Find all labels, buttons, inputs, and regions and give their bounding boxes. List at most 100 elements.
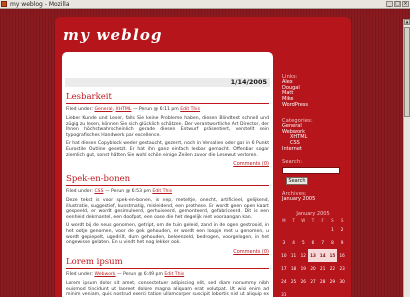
maximize-button[interactable]: □ — [394, 1, 401, 7]
blog-title[interactable]: my weblog — [63, 26, 163, 44]
comments: Comments (0) — [66, 161, 269, 167]
calendar-day[interactable]: 24 — [279, 275, 289, 288]
scroll-up-icon[interactable]: ▲ — [404, 19, 410, 25]
category-link[interactable]: General — [94, 107, 112, 112]
calendar-day[interactable]: 30 — [337, 275, 347, 288]
calendar-empty-cell — [308, 223, 318, 236]
calendar-day[interactable]: 16 — [337, 249, 347, 262]
calendar-day[interactable]: 14 — [317, 249, 328, 262]
post-meta: Filed under: General, XHTML — Perun @ 6:… — [66, 106, 269, 113]
calendar-day[interactable]: 10 — [279, 249, 289, 262]
close-button[interactable]: × — [402, 1, 409, 7]
calendar-day[interactable]: 28 — [318, 275, 328, 288]
calendar-day[interactable]: 1 — [328, 223, 338, 236]
calendar-grid: 1 2 3 4 5 6 7 8 9 10 11 12 13 14 15 16 17 18 19 20 21 22 23 24 2… — [279, 223, 347, 297]
search-heading: Search: — [282, 159, 303, 165]
calendar-empty-cell — [328, 288, 338, 297]
post-body: Lieber Kunde und Leser, falls Sie keine … — [66, 116, 269, 158]
calendar-day[interactable]: 11 — [289, 249, 299, 262]
filed-label: Filed under: — [66, 272, 95, 277]
archive-link-january-2005[interactable]: January 2005 — [282, 196, 315, 203]
filed-label: Filed under: — [66, 107, 95, 112]
calendar-day[interactable]: 25 — [289, 275, 299, 288]
calendar-day[interactable]: 15 — [327, 249, 338, 262]
window-title: my weblog - Mozilla — [10, 1, 70, 8]
sidebar: Links: Alex Dougal Matt Mike WordPress C… — [278, 74, 348, 297]
calendar-day[interactable]: 6 — [308, 236, 318, 249]
mozilla-icon — [1, 1, 7, 7]
calendar-day[interactable]: 22 — [328, 262, 338, 275]
calendar-empty-cell — [289, 288, 299, 297]
calendar-empty-cell — [318, 223, 328, 236]
calendar-day[interactable]: 17 — [279, 262, 289, 275]
post-byline: — Perun @ 6:49 pm — [115, 272, 165, 277]
main-content: 1/14/2005 Lesbarkeit Filed under: Genera… — [62, 52, 273, 297]
calendar-title: January 2005 — [296, 211, 330, 217]
post-paragraph: Lieber Kunde und Leser, falls Sie keine … — [66, 116, 269, 138]
search-section: Search: — [282, 159, 302, 165]
calendar-day[interactable]: 21 — [318, 262, 328, 275]
calendar-empty-cell — [318, 288, 328, 297]
categories-section: Categories: General Webwork XHTML CSS In… — [282, 118, 313, 153]
post-paragraph: U wordt bij de neus genomen, getript, om… — [66, 223, 269, 246]
calendar-empty-cell — [337, 288, 347, 297]
search-button[interactable]: Search — [286, 177, 308, 185]
minimize-button[interactable]: _ — [386, 1, 393, 7]
post: Lesbarkeit Filed under: General, XHTML —… — [66, 92, 269, 167]
vertical-scrollbar[interactable]: ▲ ▼ — [403, 19, 410, 297]
calendar-empty-cell — [289, 223, 299, 236]
post-title[interactable]: Lesbarkeit — [66, 92, 269, 104]
edit-link[interactable]: Edit This — [180, 107, 200, 112]
date-header: 1/14/2005 — [65, 78, 270, 87]
post-paragraph: Er hat diesen Copyblock weder gestaucht,… — [66, 141, 269, 158]
window-titlebar: my weblog - Mozilla _ □ × — [0, 0, 410, 9]
calendar-day[interactable]: 19 — [298, 262, 308, 275]
category-link[interactable]: XHTML — [115, 107, 131, 112]
edit-link[interactable]: Edit This — [164, 272, 184, 277]
calendar-day[interactable]: 9 — [337, 236, 347, 249]
calendar-day[interactable]: 27 — [308, 275, 318, 288]
scrollbar-thumb[interactable] — [404, 27, 410, 117]
post-paragraph: Deze tekst is voor spek-en-bonen, is nep… — [66, 198, 269, 220]
calendar-day[interactable]: 7 — [318, 236, 328, 249]
calendar-day[interactable]: 2 — [337, 223, 347, 236]
calendar-day[interactable]: 5 — [298, 236, 308, 249]
filed-label: Filed under: — [66, 189, 95, 194]
sidebar-link-wordpress[interactable]: WordPress — [282, 102, 308, 109]
calendar-day[interactable]: 20 — [308, 262, 318, 275]
post-title[interactable]: Lorem ipsum — [66, 257, 269, 269]
calendar-day[interactable]: 4 — [289, 236, 299, 249]
post-paragraph: Lorem ipsum dolor sit amet, consectetuer… — [66, 281, 269, 297]
edit-link[interactable]: Edit This — [152, 189, 172, 194]
calendar-empty-cell — [298, 223, 308, 236]
search-input[interactable] — [282, 167, 340, 174]
calendar-day[interactable]: 3 — [279, 236, 289, 249]
post-meta: Filed under: CSS — Perun @ 6:53 pm Edit … — [66, 188, 269, 195]
calendar-day[interactable]: 8 — [328, 236, 338, 249]
calendar-day[interactable]: 18 — [289, 262, 299, 275]
category-link[interactable]: CSS — [94, 189, 103, 194]
comments-link[interactable]: Comments (0) — [233, 161, 269, 167]
category-internet[interactable]: Internet — [282, 146, 313, 153]
post-byline: — Perun @ 6:11 pm — [131, 107, 181, 112]
post: Lorem ipsum Filed under: Webwork — Perun… — [66, 257, 269, 297]
calendar-day[interactable]: 12 — [298, 249, 308, 262]
post-meta: Filed under: Webwork — Perun @ 6:49 pm E… — [66, 271, 269, 278]
window-controls: _ □ × — [386, 1, 409, 7]
calendar-day[interactable]: 13 — [308, 249, 318, 262]
calendar-empty-cell — [308, 288, 318, 297]
post-title[interactable]: Spek-en-bonen — [66, 174, 269, 186]
calendar-day[interactable]: 29 — [328, 275, 338, 288]
date-label: 1/14/2005 — [230, 78, 267, 86]
calendar-day[interactable]: 26 — [298, 275, 308, 288]
post: Spek-en-bonen Filed under: CSS — Perun @… — [66, 174, 269, 255]
calendar-empty-cell — [279, 223, 289, 236]
archives-section: Archives: January 2005 — [282, 191, 315, 203]
post-byline: — Perun @ 6:53 pm — [103, 189, 153, 194]
calendar-day[interactable]: 31 — [279, 288, 289, 297]
calendar-day[interactable]: 23 — [337, 262, 347, 275]
links-section: Links: Alex Dougal Matt Mike WordPress — [282, 74, 308, 109]
post-body: Deze tekst is voor spek-en-bonen, is nep… — [66, 198, 269, 246]
comments-link[interactable]: Comments (0) — [233, 249, 269, 255]
category-link[interactable]: Webwork — [94, 272, 115, 277]
